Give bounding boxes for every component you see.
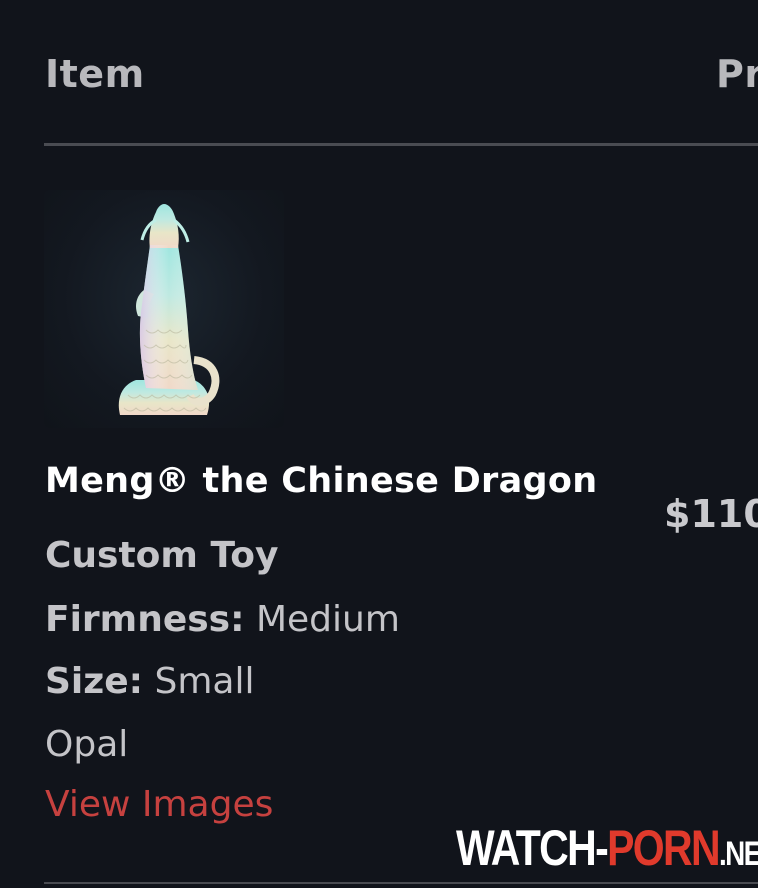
dragon-figure-image bbox=[118, 204, 220, 415]
watermark-logo: WATCH- PORN .NET bbox=[456, 822, 758, 874]
watermark-part1: WATCH- bbox=[456, 820, 609, 876]
view-images-link[interactable]: View Images bbox=[45, 784, 273, 825]
color-value: Opal bbox=[45, 724, 129, 765]
watermark-part2: PORN bbox=[607, 820, 721, 876]
column-header-price: Pr bbox=[716, 52, 758, 96]
firmness-value: Medium bbox=[255, 599, 400, 640]
size-label: Size: bbox=[45, 661, 144, 702]
size-row: Size: Small bbox=[45, 661, 254, 702]
product-price: $110 bbox=[664, 492, 758, 536]
product-title[interactable]: Meng® the Chinese Dragon bbox=[45, 461, 597, 501]
table-divider bbox=[44, 143, 758, 146]
size-value: Small bbox=[154, 661, 255, 702]
firmness-row: Firmness: Medium bbox=[45, 599, 400, 640]
watermark-part3: .NET bbox=[718, 835, 758, 873]
product-type: Custom Toy bbox=[45, 535, 279, 576]
product-thumbnail[interactable] bbox=[44, 190, 284, 428]
table-divider-bottom bbox=[44, 882, 758, 884]
column-header-item: Item bbox=[45, 52, 145, 96]
firmness-label: Firmness: bbox=[45, 599, 245, 640]
